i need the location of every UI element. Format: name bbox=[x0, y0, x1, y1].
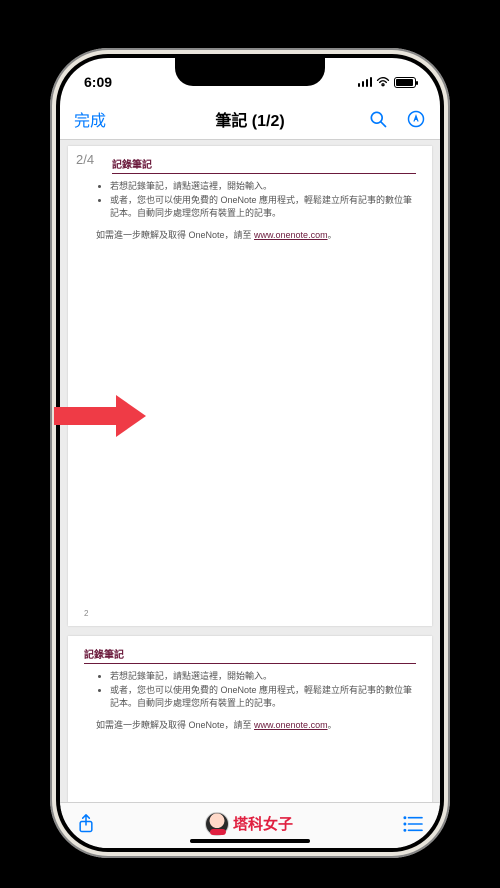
wifi-icon bbox=[376, 77, 390, 87]
nav-title: 筆記 (1/2) bbox=[215, 107, 284, 131]
search-button[interactable] bbox=[368, 109, 388, 129]
doc-heading: 記錄筆記 bbox=[84, 646, 416, 664]
battery-icon bbox=[394, 77, 416, 88]
doc-bullet-list: 若想記錄筆記，請點選這裡，開始輸入。 或者，您也可以使用免費的 OneNote … bbox=[84, 180, 416, 221]
onenote-link[interactable]: www.onenote.com bbox=[254, 720, 328, 730]
home-indicator[interactable] bbox=[190, 839, 310, 843]
doc-bullet-list: 若想記錄筆記，請點選這裡，開始輸入。 或者，您也可以使用免費的 OneNote … bbox=[84, 670, 416, 711]
search-icon bbox=[368, 109, 388, 129]
brand-watermark: 塔科女子 bbox=[205, 812, 293, 836]
notch bbox=[175, 58, 325, 86]
doc-paragraph: 如需進一步瞭解及取得 OneNote，請至 www.onenote.com。 bbox=[96, 719, 404, 733]
phone-bezel: 6:09 完成 筆記 (1/2) bbox=[56, 54, 444, 852]
document-viewport[interactable]: 2/4 記錄筆記 若想記錄筆記，請點選這裡，開始輸入。 或者，您也可以使用免費的… bbox=[60, 140, 440, 802]
nav-bar: 完成 筆記 (1/2) bbox=[60, 98, 440, 140]
doc-paragraph: 如需進一步瞭解及取得 OneNote，請至 www.onenote.com。 bbox=[96, 229, 404, 243]
document-page[interactable]: 記錄筆記 若想記錄筆記，請點選這裡，開始輸入。 或者，您也可以使用免費的 One… bbox=[68, 636, 432, 802]
status-indicators bbox=[358, 77, 417, 88]
share-button[interactable] bbox=[76, 813, 96, 835]
brand-avatar-icon bbox=[205, 812, 229, 836]
status-time: 6:09 bbox=[84, 74, 112, 90]
done-button[interactable]: 完成 bbox=[74, 107, 106, 131]
page-number: 2 bbox=[84, 609, 88, 618]
share-icon bbox=[76, 813, 96, 835]
doc-heading: 記錄筆記 bbox=[112, 156, 416, 174]
doc-bullet: 或者，您也可以使用免費的 OneNote 應用程式，輕鬆建立所有記事的數位筆記本… bbox=[110, 194, 416, 221]
bottom-toolbar: 塔科女子 bbox=[60, 802, 440, 848]
cellular-icon bbox=[358, 77, 373, 87]
document-page[interactable]: 2/4 記錄筆記 若想記錄筆記，請點選這裡，開始輸入。 或者，您也可以使用免費的… bbox=[68, 146, 432, 626]
doc-bullet: 或者，您也可以使用免費的 OneNote 應用程式，輕鬆建立所有記事的數位筆記本… bbox=[110, 684, 416, 711]
doc-text: 。 bbox=[328, 230, 337, 240]
screen: 6:09 完成 筆記 (1/2) bbox=[60, 58, 440, 848]
markup-icon bbox=[406, 109, 426, 129]
doc-text: 如需進一步瞭解及取得 OneNote，請至 bbox=[96, 230, 254, 240]
doc-bullet: 若想記錄筆記，請點選這裡，開始輸入。 bbox=[110, 180, 416, 194]
onenote-link[interactable]: www.onenote.com bbox=[254, 230, 328, 240]
doc-text: 如需進一步瞭解及取得 OneNote，請至 bbox=[96, 720, 254, 730]
phone-frame: 6:09 完成 筆記 (1/2) bbox=[50, 48, 450, 858]
list-button[interactable] bbox=[402, 815, 424, 833]
list-icon bbox=[402, 815, 424, 833]
markup-button[interactable] bbox=[406, 109, 426, 129]
annotation-arrow bbox=[54, 395, 150, 435]
doc-bullet: 若想記錄筆記，請點選這裡，開始輸入。 bbox=[110, 670, 416, 684]
doc-text: 。 bbox=[328, 720, 337, 730]
page-indicator: 2/4 bbox=[76, 152, 94, 167]
brand-text: 塔科女子 bbox=[233, 813, 293, 834]
